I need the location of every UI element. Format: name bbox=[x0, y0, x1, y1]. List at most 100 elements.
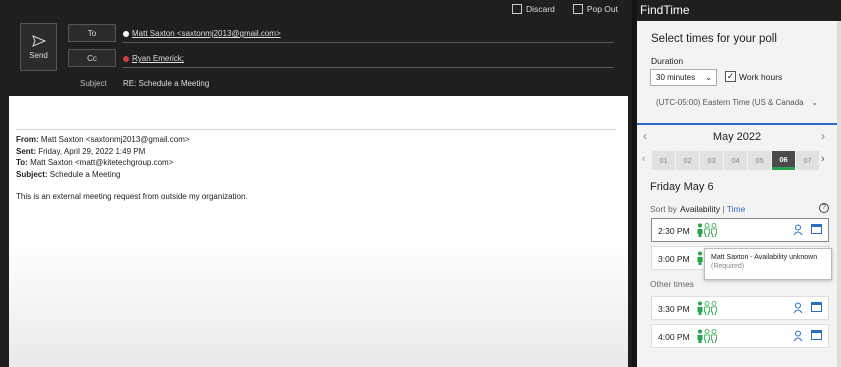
calendar-icon[interactable] bbox=[811, 224, 822, 234]
tooltip-role: (Required) bbox=[711, 263, 745, 270]
slot-actions bbox=[793, 330, 822, 342]
sort-control: Sort by Availability | Time bbox=[650, 204, 745, 214]
cc-button[interactable]: Cc bbox=[68, 49, 116, 67]
duration-value: 30 minutes bbox=[656, 73, 696, 82]
day-button[interactable]: 03 bbox=[700, 151, 723, 170]
to-label: To: bbox=[16, 158, 28, 167]
presence-icon bbox=[123, 30, 129, 37]
time-slot[interactable]: 4:00 PM bbox=[651, 324, 829, 348]
to-recipient[interactable]: Matt Saxton <saxtonmj2013@gmail.com> bbox=[123, 29, 281, 38]
add-person-icon[interactable] bbox=[793, 330, 805, 342]
prev-days-icon[interactable]: ‹ bbox=[642, 153, 646, 165]
calendar-icon[interactable] bbox=[811, 330, 822, 340]
compose-toolbar: Discard Pop Out bbox=[512, 0, 632, 18]
sort-separator: | bbox=[719, 204, 727, 214]
duration-label: Duration bbox=[651, 56, 684, 66]
discard-button[interactable]: Discard bbox=[512, 4, 555, 14]
subject-label-quoted: Subject: bbox=[16, 169, 48, 179]
trash-icon bbox=[512, 4, 522, 14]
day-button[interactable]: 05 bbox=[748, 151, 771, 170]
popout-icon bbox=[572, 4, 583, 14]
day-button[interactable]: 02 bbox=[676, 151, 699, 170]
quote-divider bbox=[16, 129, 616, 130]
person-unknown-icon bbox=[711, 223, 717, 237]
attendee-availability bbox=[697, 329, 717, 343]
person-unknown-icon bbox=[711, 301, 717, 315]
person-unknown-icon bbox=[704, 329, 710, 343]
to-button[interactable]: To bbox=[68, 24, 116, 42]
timezone-select[interactable]: (UTC-05:00) Eastern Time (US & Canada ⌄ bbox=[650, 94, 820, 111]
slot-time: 2:30 PM bbox=[658, 226, 690, 236]
message-text: This is an external meeting request from… bbox=[16, 192, 248, 201]
send-icon bbox=[31, 34, 46, 47]
cc-recipient-text: Ryan Emerick; bbox=[132, 54, 185, 63]
person-unknown-icon bbox=[711, 329, 717, 343]
next-days-icon[interactable]: › bbox=[821, 153, 825, 165]
send-label: Send bbox=[29, 50, 48, 60]
findtime-pane: FindTime Select times for your poll Dura… bbox=[637, 0, 841, 367]
person-available-icon bbox=[697, 251, 703, 265]
slot-time: 4:00 PM bbox=[658, 332, 690, 342]
time-slot[interactable]: 3:30 PM bbox=[651, 296, 829, 320]
chevron-down-icon: ⌄ bbox=[811, 98, 818, 107]
attendee-availability bbox=[697, 223, 717, 237]
work-hours-checkbox[interactable]: ✓ bbox=[725, 71, 736, 82]
calendar-icon[interactable] bbox=[811, 302, 822, 312]
to-recipient-text: Matt Saxton <saxtonmj2013@gmail.com> bbox=[132, 29, 281, 38]
attendee-availability bbox=[697, 301, 717, 315]
timezone-value: (UTC-05:00) Eastern Time (US & Canada bbox=[656, 98, 804, 107]
tooltip-name: Matt Saxton bbox=[711, 254, 749, 261]
day-button[interactable]: 07 bbox=[796, 151, 819, 170]
person-unknown-icon bbox=[704, 223, 710, 237]
sort-availability[interactable]: Availability bbox=[680, 204, 720, 214]
day-strip: 01 02 03 04 05 06 07 bbox=[652, 151, 819, 170]
person-available-icon bbox=[697, 223, 703, 237]
time-slot[interactable]: 2:30 PM bbox=[651, 218, 829, 242]
popout-label: Pop Out bbox=[586, 4, 618, 14]
date-heading: Friday May 6 bbox=[650, 181, 714, 193]
next-month-icon[interactable]: › bbox=[821, 129, 825, 143]
day-button-selected[interactable]: 06 bbox=[772, 151, 795, 170]
duration-select[interactable]: 30 minutes ⌄ bbox=[650, 69, 717, 86]
person-available-icon bbox=[697, 329, 703, 343]
other-times-label: Other times bbox=[650, 279, 694, 289]
chevron-down-icon: ⌄ bbox=[705, 73, 712, 82]
poll-heading: Select times for your poll bbox=[651, 33, 777, 45]
add-person-icon[interactable] bbox=[793, 224, 805, 236]
work-hours-label: Work hours bbox=[739, 72, 783, 82]
to-field-underline bbox=[122, 42, 614, 43]
sort-label: Sort by bbox=[650, 204, 677, 214]
from-label: From: bbox=[16, 135, 39, 144]
sort-time[interactable]: Time bbox=[727, 204, 746, 214]
slot-time: 3:30 PM bbox=[658, 304, 690, 314]
findtime-content: Select times for your poll Duration 30 m… bbox=[637, 21, 837, 367]
discard-label: Discard bbox=[526, 4, 555, 14]
slot-actions bbox=[793, 224, 822, 236]
person-unknown-icon bbox=[704, 301, 710, 315]
scrollbar[interactable] bbox=[837, 21, 841, 367]
to-value: Matt Saxton <matt@kitetechgroup.com> bbox=[27, 158, 174, 167]
compose-pane: Discard Pop Out Send To Matt Saxton <sax… bbox=[0, 0, 632, 367]
quoted-header: From: Matt Saxton <saxtonmj2013@gmail.co… bbox=[16, 134, 190, 180]
attendee-availability bbox=[697, 251, 703, 265]
subject-value-quoted: Schedule a Meeting bbox=[47, 169, 121, 179]
month-label: May 2022 bbox=[712, 131, 762, 143]
accent-rule bbox=[637, 123, 837, 125]
sent-value: Friday, April 29, 2022 1:49 PM bbox=[36, 146, 146, 156]
sent-label: Sent: bbox=[16, 146, 36, 156]
person-available-icon bbox=[697, 301, 703, 315]
message-body[interactable]: From: Matt Saxton <saxtonmj2013@gmail.co… bbox=[9, 96, 628, 367]
day-button[interactable]: 04 bbox=[724, 151, 747, 170]
from-value: Matt Saxton <saxtonmj2013@gmail.com> bbox=[38, 135, 190, 144]
help-icon[interactable]: ? bbox=[819, 203, 829, 213]
day-button[interactable]: 01 bbox=[652, 151, 675, 170]
availability-tooltip: Matt Saxton - Availability unknown (Requ… bbox=[704, 248, 832, 280]
presence-busy-icon bbox=[123, 55, 129, 62]
slot-actions bbox=[793, 302, 822, 314]
subject-label: Subject bbox=[80, 79, 107, 88]
add-person-icon[interactable] bbox=[793, 302, 805, 314]
cc-recipient[interactable]: Ryan Emerick; bbox=[123, 54, 184, 63]
popout-button[interactable]: Pop Out bbox=[572, 4, 618, 14]
send-button[interactable]: Send bbox=[20, 23, 57, 71]
subject-field[interactable]: RE: Schedule a Meeting bbox=[123, 79, 209, 88]
